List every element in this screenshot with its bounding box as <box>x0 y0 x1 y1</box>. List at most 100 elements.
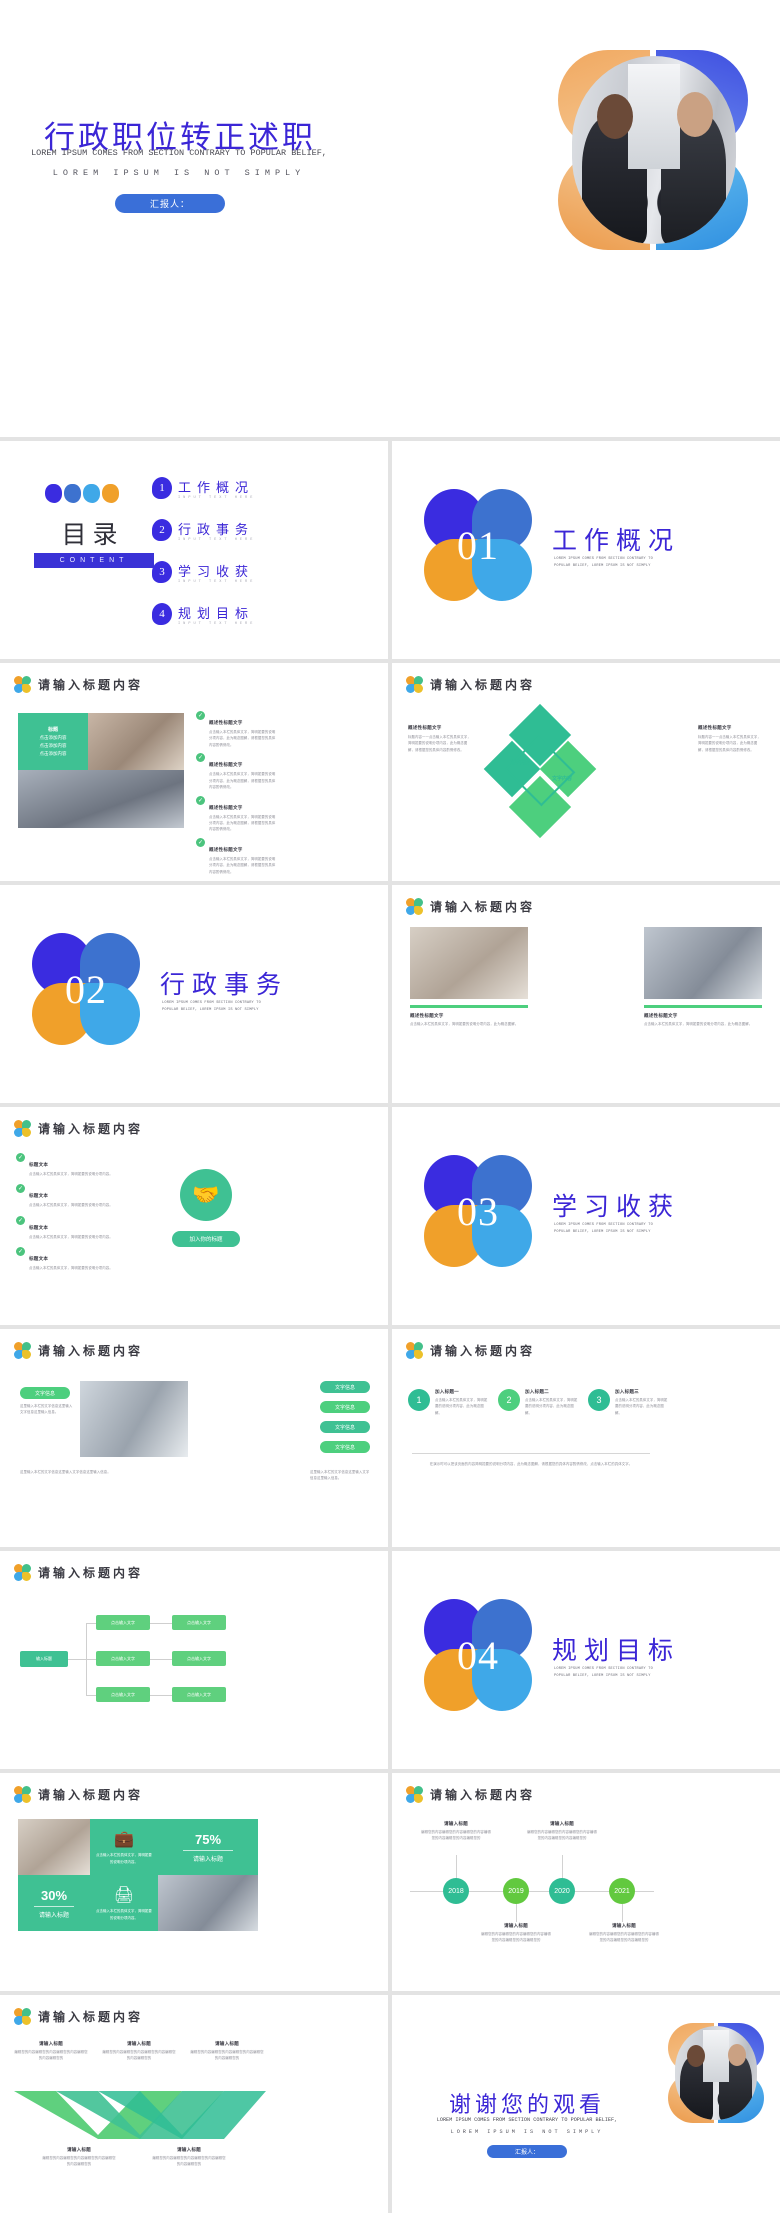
flower-petal-4 <box>414 684 423 693</box>
numbered-item-3: 3 加入标题三 点击输入本栏的具体文字，简明扼要的说明分项内容，此为概念图解。 <box>588 1389 668 1416</box>
section-subtitle: LOREM IPSUM COMES FROM SECTION CONTRARY … <box>162 1001 261 1012</box>
timeline-dot-2018[interactable]: 2018 <box>443 1878 469 1904</box>
photo-window <box>627 63 681 169</box>
toc-item-3[interactable]: 3 学习收获 INPUT TEXT HERE <box>152 561 255 584</box>
slide-numbered-three[interactable]: 请输入标题内容 1 加入标题一 点击输入本栏的具体文字，简明扼要的说明分项内容，… <box>392 1329 780 1547</box>
thankyou-title: 谢谢您的观看 <box>448 2092 605 2117</box>
cover-presenter-button[interactable]: 汇报人： <box>115 194 225 213</box>
slide-section-03[interactable]: 03 学习收获 LOREM IPSUM COMES FROM SECTION C… <box>392 1107 780 1325</box>
slide-header-title: 请输入标题内容 <box>430 678 536 692</box>
slide-timeline[interactable]: 请输入标题内容 请输入标题 编辑您的内容编辑您的内容编辑您的内容编辑您的内容编辑… <box>392 1773 780 1991</box>
tag-pill-4[interactable]: 文字信息 <box>320 1421 370 1433</box>
slide-thank-you[interactable]: 谢谢您的观看 LOREM IPSUM COMES FROM SECTION CO… <box>392 1995 780 2213</box>
org-node[interactable]: 点击输入文字 <box>172 1651 226 1666</box>
checklist-item-body: 点击输入本栏的具体文字，简明扼要的说明分项内容，此为概念图解，请根据您的具体内容… <box>209 857 276 874</box>
slide-row-4: 请输入标题内容 标题文本 点击输入本栏的具体文字，简明扼要的说明分项内容。 标题… <box>0 1107 780 1325</box>
cover-subtitle-line1: LOREM IPSUM COMES FROM SECTION CONTRARY … <box>31 148 327 158</box>
slide-diamond-diagram[interactable]: 请输入标题内容 概述性标题文字 标题内容一一点击输入本栏的具体文字，简明扼要的说… <box>392 663 780 881</box>
timeline-dot-2021[interactable]: 2021 <box>609 1878 635 1904</box>
toc-item-label: 学习收获 <box>178 564 255 579</box>
org-node[interactable]: 点击输入文字 <box>96 1687 150 1702</box>
stat-label: 请输入标题 <box>38 1912 69 1919</box>
list-item: 标题文本 点击输入本栏的具体文字，简明扼要的说明分项内容。 <box>16 1184 126 1208</box>
caption-body: 点击输入本栏的具体文字，简明扼要的说明分项内容，此为概念图解。 <box>410 1022 519 1026</box>
stat-card-icon-1: 💼 点击输入本栏的具体文字，简明扼要的说明分项内容。 <box>90 1819 158 1875</box>
caption-title: 概述性标题文字 <box>410 1013 444 1018</box>
list-item: 标题文本 点击输入本栏的具体文字，简明扼要的说明分项内容。 <box>16 1246 126 1271</box>
flower-petal-4 <box>22 2016 31 2025</box>
org-node[interactable]: 点击输入文字 <box>172 1687 226 1702</box>
slide-org-chart[interactable]: 请输入标题内容 输入标题 点击输入文字 点击输入文字 点击输入文字 点击输入文字… <box>0 1551 388 1769</box>
tag-pill-2[interactable]: 文字信息 <box>320 1381 370 1393</box>
slide-handshake-list[interactable]: 请输入标题内容 标题文本 点击输入本栏的具体文字，简明扼要的说明分项内容。 标题… <box>0 1107 388 1325</box>
slide-meeting-tags[interactable]: 请输入标题内容 文字信息 这里输入本栏的文字信息这里输入文字信息这里输入信息。 … <box>0 1329 388 1547</box>
org-root-node[interactable]: 输入标题 <box>20 1651 68 1667</box>
slide-row-5: 请输入标题内容 文字信息 这里输入本栏的文字信息这里输入文字信息这里输入信息。 … <box>0 1329 780 1547</box>
flower-icon <box>14 1342 31 1359</box>
photo-person-right-head <box>727 2043 746 2067</box>
org-branch <box>86 1659 96 1660</box>
toc-dot-4 <box>102 484 119 503</box>
org-node[interactable]: 点击输入文字 <box>96 1651 150 1666</box>
toc-item-label: 工作概况 <box>178 480 255 495</box>
slide-stats-mosaic[interactable]: 请输入标题内容 💼 点击输入本栏的具体文字，简明扼要的说明分项内容。 75% 请… <box>0 1773 388 1991</box>
list-item: 标题文本 点击输入本栏的具体文字，简明扼要的说明分项内容。 <box>16 1153 126 1177</box>
item-title: 加入标题一 <box>435 1389 459 1394</box>
slide-section-02[interactable]: 02 行政事务 LOREM IPSUM COMES FROM SECTION C… <box>0 885 388 1103</box>
photo-right <box>644 927 762 999</box>
timeline-dot-2020[interactable]: 2020 <box>549 1878 575 1904</box>
toc-item-number: 2 <box>152 519 172 541</box>
ribbon-title: 请输入标题 <box>177 2147 201 2152</box>
slide-table-of-contents[interactable]: 目录 CONTENT 1 工作概况 INPUT TEXT HERE 2 行政事务… <box>0 441 388 659</box>
slide-images-checklist[interactable]: 请输入标题内容 标题 点击添加内容 点击添加内容 点击添加内容 概述性标题文字 … <box>0 663 388 881</box>
toc-band-label: CONTENT <box>34 553 154 568</box>
briefcase-icon: 💼 <box>114 1831 134 1849</box>
slide-cover[interactable]: 行政职位转正述职 LOREM IPSUM COMES FROM SECTION … <box>0 0 780 437</box>
flower-icon <box>14 1120 31 1137</box>
org-node[interactable]: 点击输入文字 <box>172 1615 226 1630</box>
item-title: 标题文本 <box>29 1255 49 1261</box>
org-node[interactable]: 点击输入文字 <box>96 1615 150 1630</box>
slide-header: 请输入标题内容 <box>14 1342 143 1359</box>
toc-item-number: 1 <box>152 477 172 499</box>
slide-ribbon-chart[interactable]: 请输入标题内容 请输入标题 编辑您的内容编辑您的内容编辑您的内容编辑您的内容编辑… <box>0 1995 388 2213</box>
teal-block-line-1: 点击添加内容 <box>39 735 67 740</box>
diamond-left-text: 概述性标题文字 标题内容一一点击输入本栏的具体文字，简明扼要的说明分项内容，此为… <box>408 725 474 753</box>
check-icon <box>16 1153 25 1162</box>
slide-row-2: 请输入标题内容 标题 点击添加内容 点击添加内容 点击添加内容 概述性标题文字 … <box>0 663 780 881</box>
divider <box>412 1453 650 1454</box>
check-icon <box>16 1184 25 1194</box>
tag-pill-1[interactable]: 文字信息 <box>20 1387 70 1399</box>
section-petal-graphic: 02 <box>32 933 140 1045</box>
section-number: 03 <box>457 1188 499 1234</box>
item-body: 点击输入本栏的具体文字，简明扼要的说明分项内容，此为概念图解。 <box>435 1398 488 1415</box>
numbered-item-2: 2 加入标题二 点击输入本栏的具体文字，简明扼要的说明分项内容，此为概念图解。 <box>498 1389 578 1416</box>
thankyou-presenter-button[interactable]: 汇报人： <box>487 2145 567 2158</box>
section-subtitle: LOREM IPSUM COMES FROM SECTION CONTRARY … <box>554 1667 653 1678</box>
section-number: 01 <box>457 522 499 568</box>
slide-section-04[interactable]: 04 规划目标 LOREM IPSUM COMES FROM SECTION C… <box>392 1551 780 1769</box>
slide-two-photo-captions[interactable]: 请输入标题内容 概述性标题文字 点击输入本栏的具体文字，简明扼要的说明分项内容，… <box>392 885 780 1103</box>
check-icon <box>16 1246 25 1256</box>
section-number: 02 <box>65 966 107 1012</box>
flower-icon <box>406 676 423 693</box>
left-accent-bar <box>410 1005 528 1008</box>
toc-item-4[interactable]: 4 规划目标 INPUT TEXT HERE <box>152 603 255 626</box>
toc-item-1[interactable]: 1 工作概况 INPUT TEXT HERE <box>152 477 255 500</box>
stat-rule <box>183 1849 233 1851</box>
slide-header-title: 请输入标题内容 <box>38 2010 144 2024</box>
ribbon-body: 编辑您的内容编辑您的内容编辑您的内容编辑您的内容编辑您的 <box>102 2050 176 2061</box>
tag-pill-5[interactable]: 文字信息 <box>320 1441 370 1453</box>
org-branch <box>86 1695 96 1696</box>
section-title: 工作概况 <box>552 528 681 555</box>
checklist-item: 概述性标题文字 点击输入本栏的具体文字，简明扼要的说明分项内容，此为概念图解，请… <box>196 838 278 875</box>
left-body: 标题内容一一点击输入本栏的具体文字，简明扼要的说明分项内容，此为概念图解，请根据… <box>408 735 471 752</box>
timeline-body: 编辑您的内容编辑您的内容编辑您的内容编辑您的内容编辑您的内容编辑您的 <box>421 1830 491 1841</box>
tag-pill-3[interactable]: 文字信息 <box>320 1401 370 1413</box>
slide-section-01[interactable]: 01 工作概况 LOREM IPSUM COMES FROM SECTION C… <box>392 441 780 659</box>
handshake-badge[interactable]: 加入你的标题 <box>172 1231 240 1247</box>
slide-header: 请输入标题内容 <box>14 1120 143 1137</box>
item-body: 点击输入本栏的具体文字，简明扼要的说明分项内容。 <box>29 1234 113 1239</box>
toc-item-2[interactable]: 2 行政事务 INPUT TEXT HERE <box>152 519 255 542</box>
timeline-dot-2019[interactable]: 2019 <box>503 1878 529 1904</box>
